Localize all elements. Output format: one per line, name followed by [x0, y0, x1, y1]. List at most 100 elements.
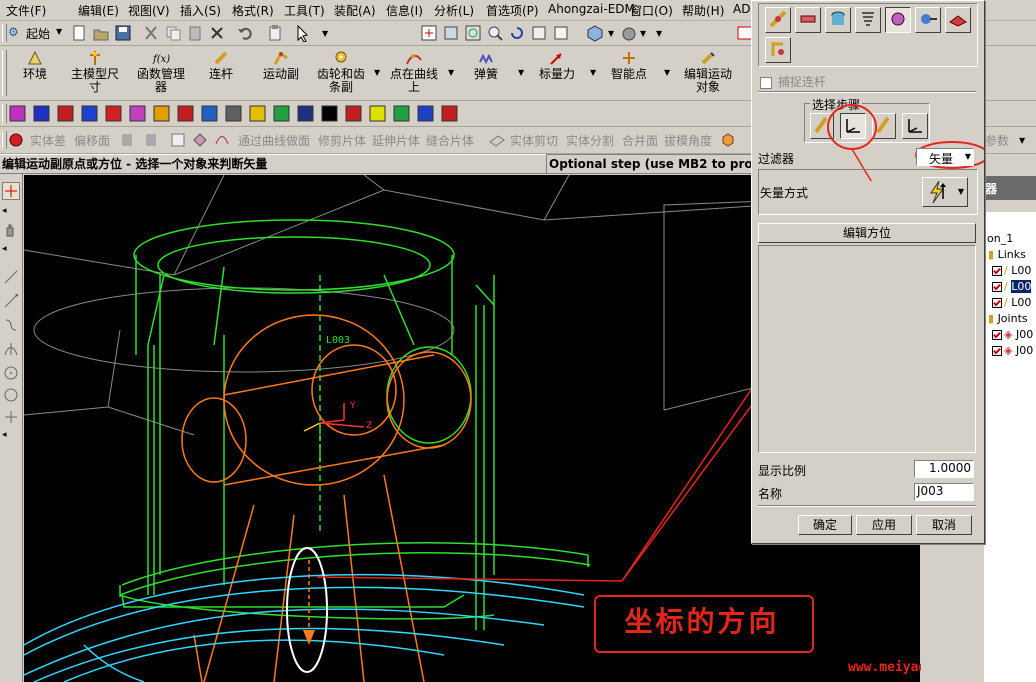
sheet-icon[interactable] [120, 132, 134, 151]
tree-item-link[interactable]: / L00 [992, 296, 1031, 309]
vector-method-dropdown-icon[interactable]: ▼ [958, 187, 964, 196]
filter-dropdown-icon[interactable]: ▼ [965, 152, 971, 161]
tree-item-link[interactable]: / L00 [992, 264, 1031, 277]
part-icon[interactable] [720, 132, 736, 151]
line-tool-icon[interactable] [4, 270, 18, 284]
sheet2-icon[interactable] [144, 132, 158, 151]
view-cube-icon[interactable] [586, 24, 604, 42]
menu-help[interactable]: 帮助(H) [682, 2, 724, 19]
cancel-button[interactable]: 取消 [916, 515, 972, 535]
circle-tool-icon[interactable] [4, 388, 18, 402]
delete-icon[interactable] [208, 24, 226, 42]
paste-icon[interactable] [186, 24, 204, 42]
zoom-icon[interactable] [464, 24, 482, 42]
hand-tool-icon[interactable] [2, 222, 18, 238]
open-file-icon[interactable] [92, 24, 110, 42]
spherical-joint-icon[interactable] [915, 7, 941, 33]
menu-view[interactable]: 视图(V) [128, 2, 170, 19]
smart-point-dropdown-icon[interactable]: ▼ [664, 68, 670, 77]
curve-face-icon[interactable] [214, 132, 230, 151]
copy-icon[interactable] [164, 24, 182, 42]
scalar-force-dropdown-icon[interactable]: ▼ [590, 68, 596, 77]
view-dropdown-icon[interactable]: ▼ [608, 29, 614, 38]
select-dropdown-icon[interactable]: ▼ [322, 29, 328, 38]
gear-rack-dropdown-icon[interactable]: ▼ [374, 68, 380, 77]
left-expand-icon[interactable]: ◂ [2, 206, 7, 216]
fixed-joint-icon[interactable] [765, 37, 791, 63]
visibility-checkbox[interactable] [992, 346, 1002, 356]
magnify-icon[interactable] [486, 24, 504, 42]
toolbar-grip[interactable] [2, 104, 7, 123]
motion-navigator-tree[interactable]: ion_1 ▮ Links / L00 / L00 / L00 ▮ Joints… [984, 212, 1036, 682]
sew-sheet-button[interactable]: 缝合片体 [426, 132, 474, 149]
menu-preferences[interactable]: 首选项(P) [486, 2, 539, 19]
circle-center-tool-icon[interactable] [4, 366, 18, 380]
extend-sheet-button[interactable]: 延伸片体 [372, 132, 420, 149]
tangent-tool-icon[interactable] [4, 342, 18, 356]
link-button[interactable]: 连杆 [200, 46, 242, 100]
cylindrical-joint-icon[interactable] [825, 7, 851, 33]
through-curves-icon[interactable] [170, 132, 186, 151]
curve-tools-icon-strip[interactable] [8, 103, 468, 125]
line2-tool-icon[interactable] [4, 293, 19, 308]
menu-edit[interactable]: 编辑(E) [78, 2, 119, 19]
point-on-curve-button[interactable]: 点在曲线 上 [384, 46, 444, 100]
menu-file[interactable]: 文件(F) [6, 2, 46, 19]
visibility-checkbox[interactable] [992, 298, 1002, 308]
step-origin-orientation-icon[interactable] [840, 113, 866, 139]
tree-item-link-selected[interactable]: / L00 [992, 280, 1032, 293]
tree-folder-joints[interactable]: ▮ Joints [988, 312, 1028, 325]
tree-item-joint[interactable]: ◈ J00 [992, 328, 1033, 341]
draft-angle-button[interactable]: 拔模角度 [664, 132, 712, 149]
menu-analysis[interactable]: 分析(L) [434, 2, 474, 19]
split-body-icon[interactable] [488, 132, 506, 151]
menu-ahongzai-edm[interactable]: Ahongzai-EDM [548, 2, 635, 16]
tree-item-joint[interactable]: ◈ J00 [992, 344, 1033, 357]
cut-icon[interactable] [142, 24, 160, 42]
fit-view-icon[interactable] [420, 24, 438, 42]
vector-method-select[interactable]: ▼ [922, 177, 968, 207]
curve-tool-icon[interactable] [4, 318, 18, 332]
trim-sheet-button[interactable]: 修剪片体 [318, 132, 366, 149]
left-expand3-icon[interactable]: ◂ [2, 430, 7, 440]
toolbar-grip[interactable] [2, 50, 7, 96]
capture-link-checkbox[interactable] [760, 76, 772, 89]
trim-body-button[interactable]: 实体剪切 [510, 132, 558, 149]
gear-rack-button[interactable]: 齿轮和齿 条副 [312, 46, 370, 100]
display-scale-input[interactable]: 1.0000 [914, 460, 974, 478]
spring-button[interactable]: 弹簧 [464, 46, 508, 100]
point-on-curve-dropdown-icon[interactable]: ▼ [448, 68, 454, 77]
start-button[interactable]: 起始 [26, 25, 50, 42]
smart-point-button[interactable]: 智能点 [606, 46, 652, 100]
refresh-icon[interactable] [552, 24, 570, 42]
scalar-force-button[interactable]: 标量力 [534, 46, 580, 100]
pan-icon[interactable] [530, 24, 548, 42]
menu-format[interactable]: 格式(R) [232, 2, 274, 19]
name-input[interactable]: J003 [914, 483, 974, 501]
undo-icon[interactable] [236, 24, 254, 42]
toolbar-grip[interactable] [2, 24, 7, 42]
left-expand2-icon[interactable]: ◂ [2, 244, 7, 254]
function-manager-button[interactable]: f(x) 函数管理 器 [132, 46, 190, 100]
new-file-icon[interactable] [70, 24, 88, 42]
master-model-dimension-button[interactable]: 主模型尺 寸 [66, 46, 124, 100]
subtract-button[interactable]: 实体差 [30, 132, 66, 149]
mesh-icon[interactable] [192, 132, 208, 151]
step-second-link-icon[interactable] [872, 113, 896, 139]
snap-point-icon[interactable] [2, 182, 20, 200]
offset-face-button[interactable]: 偏移面 [74, 132, 110, 149]
planar-joint-icon[interactable] [945, 7, 971, 33]
start-dropdown-icon[interactable]: ▼ [56, 27, 62, 36]
apply-button[interactable]: 应用 [856, 515, 912, 535]
slider-joint-icon[interactable] [795, 7, 821, 33]
revolute-joint-icon[interactable] [765, 7, 791, 33]
tree-root[interactable]: ion_1 [984, 232, 1013, 245]
menu-ad[interactable]: AD [733, 2, 750, 16]
joint-button[interactable]: 运动副 [256, 46, 306, 100]
step-second-orientation-icon[interactable] [902, 113, 928, 139]
through-curves-button[interactable]: 通过曲线做面 [238, 132, 310, 149]
select-arrow-icon[interactable] [294, 24, 312, 43]
universal-joint-icon[interactable] [885, 7, 911, 33]
menu-information[interactable]: 信息(I) [386, 2, 423, 19]
parameters-dropdown-icon[interactable]: ▼ [1019, 136, 1025, 145]
